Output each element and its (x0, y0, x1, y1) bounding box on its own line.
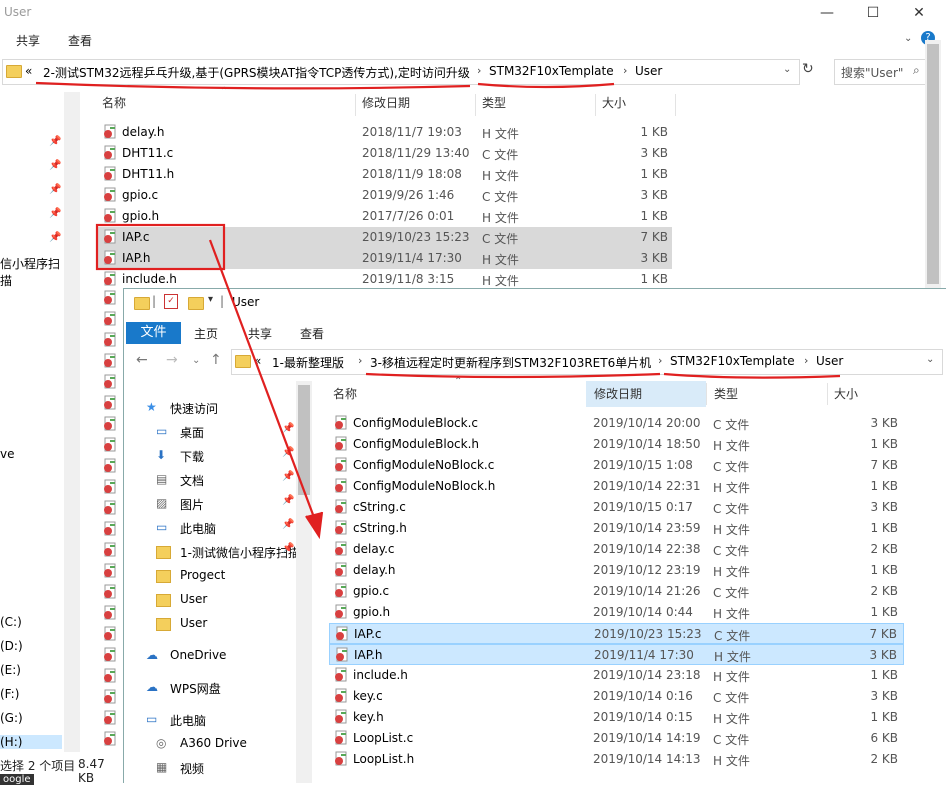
arrow-head (305, 511, 324, 540)
arrow-line (208, 239, 320, 529)
underline-mark (365, 372, 661, 379)
underline-mark (663, 372, 841, 379)
underline-mark (477, 82, 615, 89)
underline-mark (35, 81, 471, 90)
highlight-box (95, 223, 226, 271)
annotation-layer (35, 81, 841, 540)
